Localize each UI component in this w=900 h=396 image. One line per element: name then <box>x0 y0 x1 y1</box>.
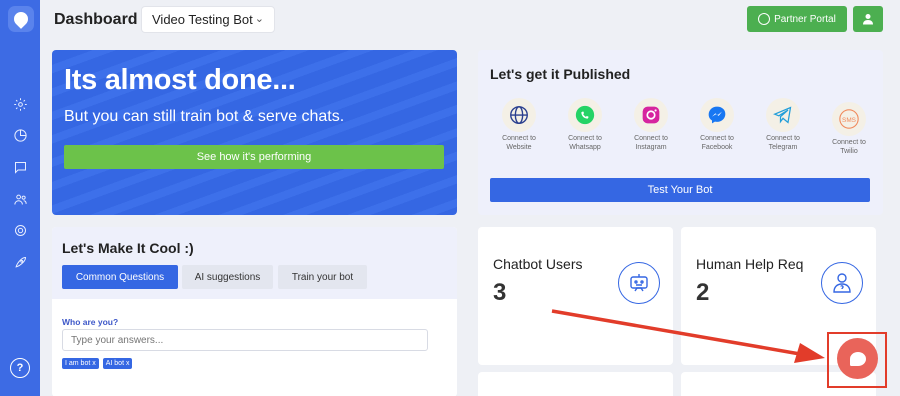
channel-label: Connect to Twilio <box>832 139 866 155</box>
stat-card-stub <box>478 372 673 396</box>
settings-icon[interactable] <box>10 220 30 240</box>
tab-train-bot[interactable]: Train your bot <box>278 265 367 289</box>
answer-chips: I am bot x AI bot x <box>62 358 133 369</box>
channel-label: Connect to Facebook <box>700 135 734 151</box>
app-logo[interactable] <box>8 6 34 32</box>
tab-ai-suggestions[interactable]: AI suggestions <box>182 265 273 289</box>
card-header: Let's Make It Cool :) Common Questions A… <box>52 227 457 299</box>
instagram-icon <box>634 98 668 132</box>
publish-card: Let's get it Published Connect to Websit… <box>478 50 883 215</box>
stat-value: 2 <box>696 279 710 306</box>
channel-label: Connect to Telegram <box>766 135 800 151</box>
channel-facebook[interactable]: Connect to Facebook <box>692 98 742 152</box>
channel-label: Connect to Instagram <box>634 135 668 151</box>
page-title: Dashboard <box>54 9 145 30</box>
hero-subtitle: But you can still train bot & serve chat… <box>64 108 345 125</box>
analytics-icon[interactable] <box>10 125 30 145</box>
stat-title: Chatbot Users <box>493 256 583 272</box>
sms-icon: SMS <box>832 102 866 136</box>
hero-card: Its almost done... But you can still tra… <box>52 50 457 215</box>
bot-selector-value: Video Testing Bot <box>152 12 253 27</box>
handshake-icon <box>758 13 771 25</box>
test-bot-button[interactable]: Test Your Bot <box>490 178 870 202</box>
publish-title: Let's get it Published <box>490 66 631 82</box>
chat-bubble-icon <box>849 351 866 366</box>
partner-portal-button[interactable]: Partner Portal <box>747 6 847 32</box>
globe-icon <box>502 98 536 132</box>
make-it-cool-card: Let's Make It Cool :) Common Questions A… <box>52 227 457 396</box>
telegram-icon <box>766 98 800 132</box>
channel-list: Connect to Website Connect to Whatsapp C… <box>494 98 874 173</box>
answer-chip[interactable]: AI bot x <box>102 358 133 369</box>
answer-input[interactable] <box>62 329 428 351</box>
svg-text:SMS: SMS <box>842 117 856 124</box>
chevron-down-icon: ⌄ <box>254 13 264 25</box>
channel-telegram[interactable]: Connect to Telegram <box>758 98 808 152</box>
user-help-icon <box>821 262 863 304</box>
channel-label: Connect to Whatsapp <box>568 135 602 151</box>
rocket-icon[interactable] <box>10 252 30 272</box>
whatsapp-icon <box>568 98 602 132</box>
tab-common-questions[interactable]: Common Questions <box>62 265 178 289</box>
chat-widget-button[interactable] <box>837 338 878 379</box>
hero-title: Its almost done... <box>64 64 296 96</box>
user-profile-button[interactable] <box>853 6 883 32</box>
annotation-arrow <box>551 309 825 363</box>
bot-settings-icon[interactable] <box>10 94 30 114</box>
top-bar: Dashboard Video Testing Bot ⌄ Partner Po… <box>40 0 900 38</box>
users-icon[interactable] <box>10 189 30 209</box>
stat-value: 3 <box>493 279 507 306</box>
help-icon[interactable]: ? <box>10 358 30 378</box>
channel-label: Connect to Website <box>502 135 536 151</box>
channel-instagram[interactable]: Connect to Instagram <box>626 98 676 152</box>
sidebar: ? <box>0 0 40 396</box>
see-performance-button[interactable]: See how it's performing <box>64 145 444 169</box>
answer-chip[interactable]: I am bot x <box>62 358 99 369</box>
card-title: Let's Make It Cool :) <box>62 240 194 256</box>
bot-selector[interactable]: Video Testing Bot ⌄ <box>141 6 275 33</box>
messenger-icon <box>700 98 734 132</box>
partner-portal-label: Partner Portal <box>774 13 836 25</box>
user-icon <box>863 14 873 25</box>
chat-icon[interactable] <box>10 157 30 177</box>
question-label: Who are you? <box>62 317 119 327</box>
channel-website[interactable]: Connect to Website <box>494 98 544 152</box>
chatbot-icon <box>618 262 660 304</box>
channel-whatsapp[interactable]: Connect to Whatsapp <box>560 98 610 152</box>
channel-twilio[interactable]: SMS Connect to Twilio <box>824 102 874 156</box>
stat-title: Human Help Req <box>696 256 804 272</box>
